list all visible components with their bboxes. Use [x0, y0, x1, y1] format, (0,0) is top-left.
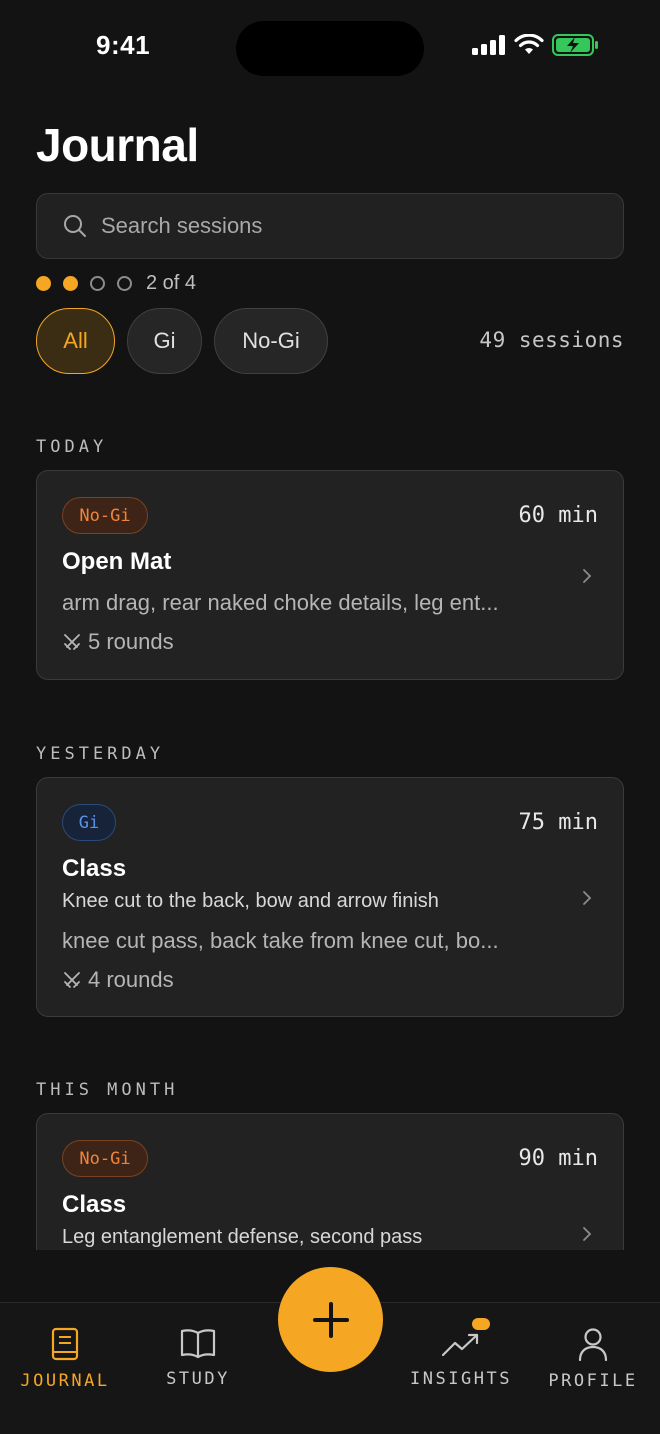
session-rounds: 4 rounds	[62, 967, 174, 993]
book-icon	[180, 1329, 216, 1359]
session-description: Knee cut to the back, bow and arrow fini…	[62, 890, 439, 912]
session-duration: 75 min	[518, 810, 598, 835]
tab-label: PROFILE	[548, 1371, 638, 1391]
tab-label: JOURNAL	[20, 1371, 110, 1391]
status-time: 9:41	[96, 30, 151, 60]
session-card-class-nogi[interactable]: No-Gi 90 min Class Leg entanglement defe…	[36, 1113, 624, 1250]
search-input[interactable]	[101, 213, 581, 239]
tab-study[interactable]: STUDY	[138, 1327, 258, 1389]
tab-label: INSIGHTS	[410, 1369, 512, 1389]
search-bar[interactable]	[36, 193, 624, 259]
chevron-right-icon	[583, 891, 592, 905]
wifi-icon	[514, 34, 544, 54]
page-dot-2	[63, 276, 78, 291]
insights-badge	[472, 1318, 490, 1330]
add-session-button[interactable]	[278, 1267, 383, 1372]
battery-charging-icon	[552, 34, 598, 56]
page-title: Journal	[36, 119, 199, 171]
journal-icon	[51, 1327, 79, 1361]
status-bar: 9:41	[0, 0, 660, 100]
session-tag: Gi	[62, 804, 116, 841]
filter-nogi-button[interactable]: No-Gi	[214, 308, 328, 374]
filter-gi-button[interactable]: Gi	[127, 308, 202, 374]
scroll-clip: No-Gi 90 min Class Leg entanglement defe…	[0, 1100, 660, 1250]
tab-profile[interactable]: PROFILE	[533, 1327, 653, 1391]
tab-label: STUDY	[166, 1369, 230, 1389]
session-tag: No-Gi	[62, 1140, 148, 1177]
page-indicator: 2 of 4	[36, 272, 196, 295]
filter-all-button[interactable]: All	[36, 308, 115, 374]
session-description: Leg entanglement defense, second pass	[62, 1226, 423, 1248]
dynamic-island	[236, 21, 424, 76]
session-rounds: 5 rounds	[62, 629, 174, 655]
status-icons	[472, 34, 600, 56]
section-label-yesterday: YESTERDAY	[36, 744, 165, 764]
page-indicator-text: 2 of 4	[146, 272, 197, 294]
chevron-right-icon	[583, 569, 592, 583]
session-duration: 60 min	[518, 503, 598, 528]
session-rounds-text: 5 rounds	[88, 629, 174, 654]
page-dot-3	[90, 276, 105, 291]
signal-icon	[472, 35, 505, 55]
section-label-today: TODAY	[36, 437, 108, 457]
session-card-class-gi[interactable]: Gi 75 min Class Knee cut to the back, bo…	[36, 777, 624, 1017]
crossed-swords-icon	[64, 972, 80, 988]
chevron-right-icon	[583, 1227, 592, 1241]
tab-insights[interactable]: INSIGHTS	[401, 1327, 521, 1389]
tab-journal[interactable]: JOURNAL	[5, 1327, 125, 1391]
session-techniques: knee cut pass, back take from knee cut, …	[62, 928, 499, 953]
page-dot-4	[117, 276, 132, 291]
search-icon	[64, 215, 86, 237]
session-title: Class	[62, 855, 127, 882]
trend-icon	[441, 1333, 479, 1357]
page-dot-1	[36, 276, 51, 291]
session-card-open-mat[interactable]: No-Gi 60 min Open Mat arm drag, rear nak…	[36, 470, 624, 680]
session-title: Class	[62, 1191, 127, 1218]
plus-icon	[312, 1301, 349, 1338]
session-tag: No-Gi	[62, 497, 148, 534]
user-icon	[578, 1328, 608, 1361]
session-count: 49 sessions	[479, 328, 624, 352]
session-rounds-text: 4 rounds	[88, 967, 174, 992]
section-label-this-month: THIS MONTH	[36, 1080, 179, 1100]
session-duration: 90 min	[518, 1146, 598, 1171]
session-techniques: arm drag, rear naked choke details, leg …	[62, 590, 499, 615]
crossed-swords-icon	[64, 634, 80, 650]
session-title: Open Mat	[62, 548, 172, 575]
